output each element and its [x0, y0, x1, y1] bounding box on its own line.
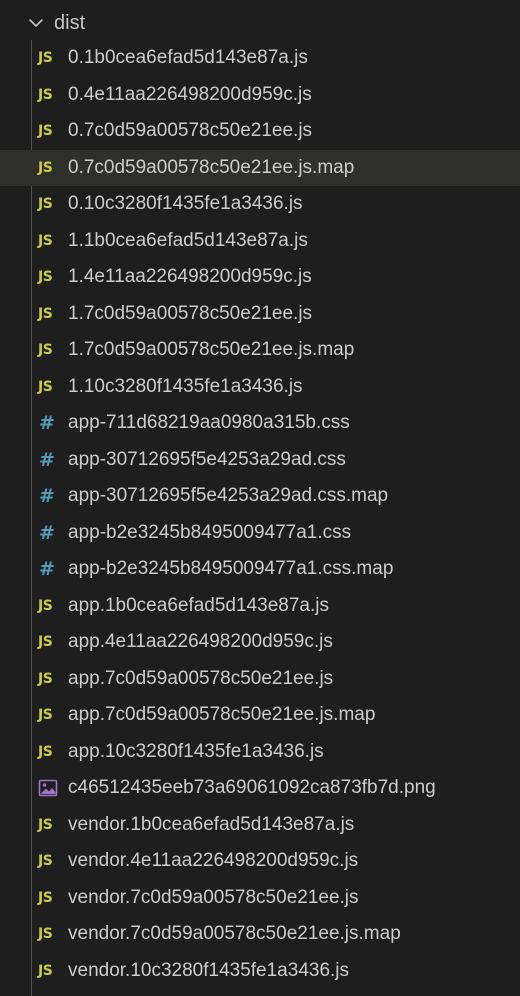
js-icon: JS	[38, 123, 53, 139]
file-item[interactable]: JS 0.10c3280f1435fe1a3436.js	[0, 186, 520, 223]
file-name: app.10c3280f1435fe1a3436.js	[68, 740, 324, 762]
file-item[interactable]: JS 1.10c3280f1435fe1a3436.js	[0, 369, 520, 406]
js-icon: JS	[38, 743, 53, 760]
hash-icon: #	[39, 448, 55, 471]
file-name: 0.4e11aa226498200d959c.js	[68, 83, 312, 105]
js-icon: JS	[38, 269, 53, 285]
file-item[interactable]: JS app.7c0d59a00578c50e21ee.js.map	[0, 697, 520, 734]
file-item[interactable]: JS app.10c3280f1435fe1a3436.js	[0, 734, 520, 771]
image-icon	[38, 778, 60, 798]
file-name: app-30712695f5e4253a29ad.css.map	[68, 485, 389, 506]
file-name: app.1b0cea6efad5d143e87a.js	[68, 594, 329, 616]
file-name: 1.4e11aa226498200d959c.js	[68, 266, 312, 287]
js-icon: JS	[38, 670, 53, 687]
js-icon: JS	[38, 634, 53, 650]
folder-name: dist	[54, 12, 86, 34]
hash-icon: #	[39, 412, 55, 434]
file-item[interactable]: # app-b2e3245b8495009477a1.css.map	[0, 551, 520, 588]
hash-icon: #	[39, 521, 55, 544]
file-name: app-b2e3245b8495009477a1.css.map	[68, 558, 394, 579]
js-icon: JS	[38, 597, 53, 614]
file-name: app.4e11aa226498200d959c.js	[68, 631, 333, 652]
file-item[interactable]: JS vendor.10c3280f1435fe1a3436.js	[0, 953, 520, 990]
hash-icon: #	[39, 485, 55, 507]
file-name: vendor.4e11aa226498200d959c.js	[68, 850, 359, 871]
file-name: 0.10c3280f1435fe1a3436.js	[68, 193, 303, 214]
file-name: vendor.7c0d59a00578c50e21ee.js	[68, 886, 359, 908]
file-item[interactable]: # app-711d68219aa0980a315b.css	[0, 405, 520, 442]
file-item[interactable]: JS 0.1b0cea6efad5d143e87a.js	[0, 40, 520, 77]
file-name: app-b2e3245b8495009477a1.css	[68, 521, 352, 543]
file-name: vendor.10c3280f1435fe1a3436.js	[68, 959, 350, 981]
chevron-down-icon	[29, 19, 43, 27]
js-icon: JS	[38, 816, 53, 833]
js-icon: JS	[38, 853, 53, 869]
file-item[interactable]: JS vendor.1b0cea6efad5d143e87a.js	[0, 807, 520, 844]
file-item[interactable]: JS 0.7c0d59a00578c50e21ee.js.map	[0, 149, 520, 186]
file-name: 1.10c3280f1435fe1a3436.js	[68, 375, 303, 397]
file-item[interactable]: # app-30712695f5e4253a29ad.css.map	[0, 478, 520, 515]
file-item[interactable]: JS 1.4e11aa226498200d959c.js	[0, 259, 520, 296]
file-item[interactable]: JS app.4e11aa226498200d959c.js	[0, 624, 520, 661]
js-icon: JS	[38, 305, 53, 322]
file-item[interactable]: JS app.7c0d59a00578c50e21ee.js	[0, 661, 520, 698]
js-icon: JS	[38, 889, 53, 906]
js-icon: JS	[38, 50, 53, 66]
js-icon: JS	[38, 707, 53, 723]
hash-icon: #	[39, 558, 55, 580]
js-icon: JS	[38, 962, 53, 979]
file-item[interactable]: JS vendor.4e11aa226498200d959c.js	[0, 843, 520, 880]
file-item[interactable]: JS vendor.7c0d59a00578c50e21ee.js	[0, 880, 520, 917]
file-explorer: dist JS 0.1b0cea6efad5d143e87a.js JS 0.4e11…	[0, 0, 520, 996]
js-icon: JS	[38, 926, 53, 942]
file-item[interactable]: JS app.1b0cea6efad5d143e87a.js	[0, 588, 520, 625]
file-name: app-711d68219aa0980a315b.css	[68, 412, 350, 433]
file-name: app.7c0d59a00578c50e21ee.js.map	[68, 704, 376, 725]
file-item[interactable]: JS 1.7c0d59a00578c50e21ee.js.map	[0, 332, 520, 369]
file-name: app-30712695f5e4253a29ad.css	[68, 448, 346, 470]
file-name: 0.1b0cea6efad5d143e87a.js	[68, 47, 308, 68]
file-name: 1.1b0cea6efad5d143e87a.js	[68, 229, 308, 251]
file-list: JS 0.1b0cea6efad5d143e87a.js JS 0.4e11aa226…	[0, 40, 520, 989]
file-name: vendor.7c0d59a00578c50e21ee.js.map	[68, 923, 401, 944]
file-name: vendor.1b0cea6efad5d143e87a.js	[68, 813, 355, 835]
file-item[interactable]: c46512435eeb73a69061092ca873fb7d.png	[0, 770, 520, 807]
file-item[interactable]: JS 1.7c0d59a00578c50e21ee.js	[0, 296, 520, 333]
folder-dist[interactable]: dist	[0, 4, 520, 40]
file-name: 0.7c0d59a00578c50e21ee.js.map	[68, 156, 355, 178]
js-icon: JS	[38, 232, 53, 249]
file-name: 0.7c0d59a00578c50e21ee.js	[68, 120, 313, 141]
file-name: 1.7c0d59a00578c50e21ee.js	[68, 302, 313, 324]
file-name: 1.7c0d59a00578c50e21ee.js.map	[68, 339, 355, 360]
file-item[interactable]: JS 1.1b0cea6efad5d143e87a.js	[0, 223, 520, 260]
js-icon: JS	[38, 378, 53, 395]
file-item[interactable]: # app-b2e3245b8495009477a1.css	[0, 515, 520, 552]
file-item[interactable]: JS 0.4e11aa226498200d959c.js	[0, 77, 520, 114]
file-item[interactable]: JS vendor.7c0d59a00578c50e21ee.js.map	[0, 916, 520, 953]
js-icon: JS	[38, 196, 53, 212]
file-item[interactable]: JS 0.7c0d59a00578c50e21ee.js	[0, 113, 520, 150]
js-icon: JS	[38, 86, 53, 103]
file-name: c46512435eeb73a69061092ca873fb7d.png	[68, 777, 436, 798]
js-icon: JS	[38, 342, 53, 358]
file-item[interactable]: # app-30712695f5e4253a29ad.css	[0, 442, 520, 479]
file-name: app.7c0d59a00578c50e21ee.js	[68, 667, 334, 689]
js-icon: JS	[38, 159, 53, 176]
